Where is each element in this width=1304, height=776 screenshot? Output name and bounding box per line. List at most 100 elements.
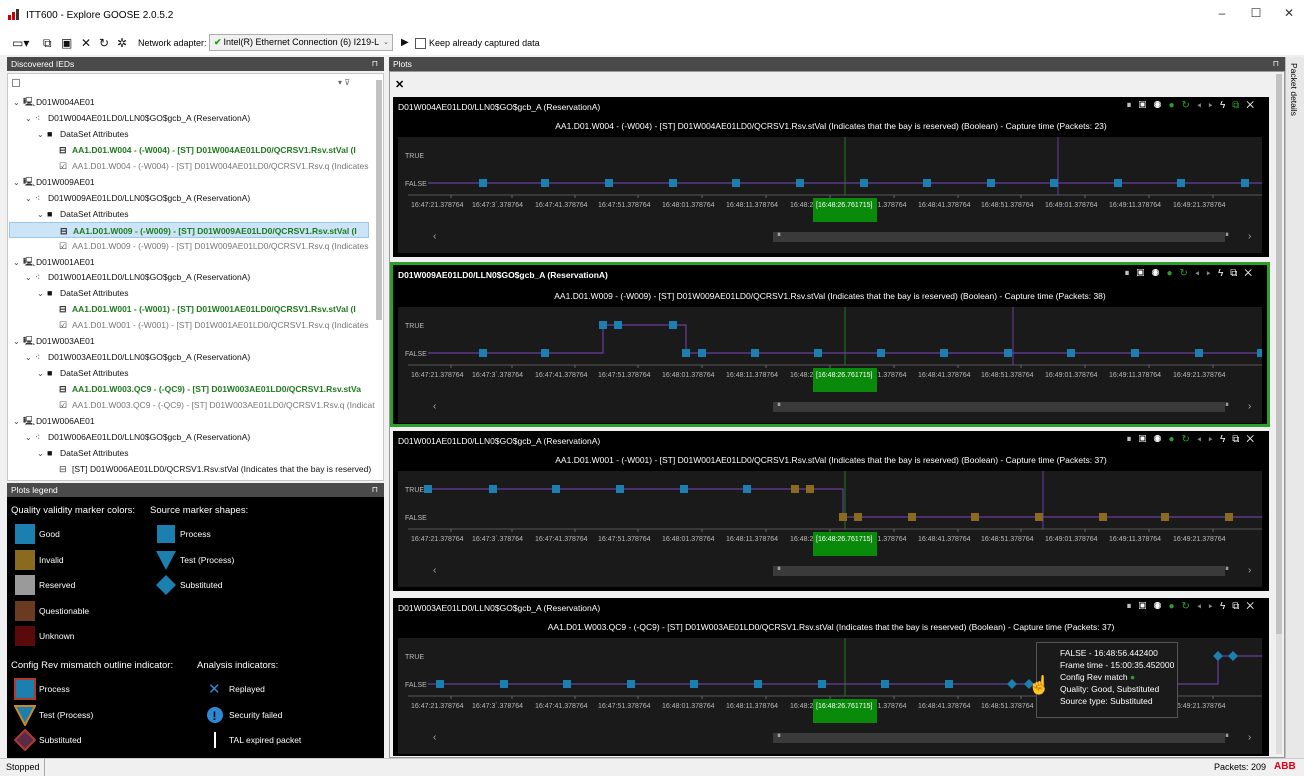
sync-icon[interactable]: ↻ bbox=[1181, 601, 1196, 612]
tree-node[interactable]: ☑ AA1.D01.W001 - (-W001) - [ST] D01W001AE… bbox=[49, 317, 369, 333]
tree-toolbar-icon[interactable] bbox=[12, 79, 20, 87]
data-point[interactable] bbox=[614, 321, 622, 329]
chevron-down-icon[interactable]: ⌄ bbox=[13, 334, 23, 350]
tree-node[interactable]: ☑ AA1.D01.W009 - (-W009) - [ST] D01W009AE… bbox=[49, 238, 369, 254]
scroll-left-icon[interactable]: ‹ bbox=[433, 231, 436, 242]
scroll-right-icon[interactable]: › bbox=[1248, 732, 1251, 743]
sync-icon[interactable]: ↻ bbox=[1181, 100, 1196, 111]
prev-icon[interactable]: ◂ bbox=[1197, 100, 1209, 111]
data-point[interactable] bbox=[1067, 349, 1075, 357]
location-icon[interactable]: ● bbox=[1168, 100, 1181, 111]
tree-node[interactable]: ⌄ ⁖ D01W009AE01LD0/LLN0$GO$gcb_A (Reservat… bbox=[25, 190, 250, 206]
eye-icon[interactable]: ◉ bbox=[1153, 434, 1168, 445]
network-adapter-select[interactable]: ✔ Intel(R) Ethernet Connection (6) I219-L… bbox=[209, 34, 393, 51]
flash-icon[interactable]: ϟ bbox=[1220, 100, 1232, 111]
data-point[interactable] bbox=[1213, 651, 1223, 661]
data-point[interactable] bbox=[791, 485, 799, 493]
data-point[interactable] bbox=[682, 349, 690, 357]
image-icon[interactable]: ▣ bbox=[1138, 434, 1153, 445]
plot-scrollbar[interactable] bbox=[773, 566, 1225, 576]
data-point[interactable] bbox=[1241, 179, 1249, 187]
scroll-left-icon[interactable]: ‹ bbox=[433, 401, 436, 412]
packet-details-tab[interactable]: Packet details bbox=[1285, 57, 1304, 758]
tree-node[interactable]: ⌄ ■ DataSet Attributes bbox=[37, 126, 129, 142]
tree-node[interactable]: ⊟ AA1.D01.W001 - (-W001) - [ST] D01W001AE… bbox=[49, 301, 356, 317]
chevron-down-icon[interactable]: ⌄ bbox=[25, 350, 35, 366]
chevron-down-icon[interactable]: ⌄ bbox=[37, 446, 47, 462]
image-icon[interactable]: ▣ bbox=[1138, 601, 1153, 612]
pin-icon[interactable]: ⊓ bbox=[1273, 57, 1279, 71]
data-point[interactable] bbox=[908, 513, 916, 521]
play-icon[interactable]: ▶ bbox=[401, 35, 409, 51]
data-point[interactable] bbox=[500, 680, 508, 688]
sync-icon[interactable]: ↻ bbox=[1179, 268, 1194, 279]
scroll-grip-left-icon[interactable]: ⏸ bbox=[777, 564, 781, 574]
data-point[interactable] bbox=[1114, 179, 1122, 187]
data-point[interactable] bbox=[1004, 349, 1012, 357]
data-point[interactable] bbox=[1035, 513, 1043, 521]
refresh-icon[interactable]: ↻ bbox=[99, 35, 109, 51]
flash-icon[interactable]: ϟ bbox=[1220, 601, 1232, 612]
close-icon[interactable]: ✕ bbox=[1246, 100, 1261, 111]
data-point[interactable] bbox=[599, 321, 607, 329]
chevron-down-icon[interactable]: ⌄ bbox=[37, 127, 47, 143]
data-point[interactable] bbox=[1195, 349, 1203, 357]
data-point[interactable] bbox=[1131, 349, 1139, 357]
plot-card[interactable]: D01W009AE01LD0/LLN0$GO$gcb_A (Reservatio… bbox=[390, 262, 1270, 427]
data-point[interactable] bbox=[940, 349, 948, 357]
clear-icon[interactable]: ✕ bbox=[81, 35, 91, 51]
prev-icon[interactable]: ◂ bbox=[1197, 601, 1209, 612]
tree-node[interactable]: ⌄ 🖳D01W004AE01 bbox=[13, 94, 95, 110]
image-icon[interactable]: ▣ bbox=[1138, 100, 1153, 111]
keep-data-checkbox[interactable] bbox=[415, 38, 426, 49]
data-point[interactable] bbox=[616, 485, 624, 493]
next-icon[interactable]: ▸ bbox=[1206, 268, 1218, 279]
tree-node[interactable]: ⊟ AA1.D01.W004 - (-W004) - [ST] D01W004AE… bbox=[49, 142, 356, 158]
chevron-down-icon[interactable]: ⌄ bbox=[37, 366, 47, 382]
tree-node[interactable]: ⊟ AA1.D01.W003.QC9 - (-QC9) - [ST] D01W00… bbox=[49, 381, 361, 397]
data-point[interactable] bbox=[860, 179, 868, 187]
flash-icon[interactable]: ϟ bbox=[1220, 434, 1232, 445]
plot-scrollbar[interactable] bbox=[773, 232, 1225, 242]
tree-node[interactable]: ⌄ 🖳D01W009AE01 bbox=[13, 174, 95, 190]
popout-icon[interactable]: ⧉ bbox=[1232, 601, 1246, 612]
data-point[interactable] bbox=[814, 349, 822, 357]
chevron-down-icon[interactable]: ⌄ bbox=[13, 255, 23, 271]
location-icon[interactable]: ● bbox=[1168, 601, 1181, 612]
data-point[interactable] bbox=[877, 349, 885, 357]
prev-icon[interactable]: ◂ bbox=[1197, 434, 1209, 445]
data-point[interactable] bbox=[743, 485, 751, 493]
minimize-button[interactable]: – bbox=[1212, 6, 1232, 24]
data-point[interactable] bbox=[1161, 513, 1169, 521]
data-point[interactable] bbox=[732, 179, 740, 187]
scroll-grip-left-icon[interactable]: ⏸ bbox=[777, 731, 781, 741]
filter-icon[interactable]: ▾ ⊽ bbox=[338, 78, 350, 87]
popout-icon[interactable]: ⧉ bbox=[1232, 434, 1246, 445]
tree-node[interactable]: ⊟ [ST] D01W006AE01LD0/QCRSV1.Rsv.stVal (I… bbox=[49, 461, 371, 477]
data-point[interactable] bbox=[541, 179, 549, 187]
scroll-grip-right-icon[interactable]: ⏸ bbox=[1225, 731, 1229, 741]
data-point[interactable] bbox=[818, 680, 826, 688]
tree-node[interactable]: ☑ AA1.D01.W003.QC9 - (-QC9) - [ST] D01W00… bbox=[49, 397, 375, 413]
chevron-down-icon[interactable]: ⌄ bbox=[13, 414, 23, 430]
prev-icon[interactable]: ◂ bbox=[1195, 268, 1207, 279]
data-point[interactable] bbox=[1228, 651, 1238, 661]
scroll-right-icon[interactable]: › bbox=[1248, 231, 1251, 242]
save-icon[interactable]: ▣ bbox=[61, 35, 72, 51]
location-icon[interactable]: ● bbox=[1166, 268, 1179, 279]
data-point[interactable] bbox=[605, 179, 613, 187]
pause-icon[interactable]: ⏸ bbox=[1126, 100, 1138, 111]
sync-icon[interactable]: ↻ bbox=[1181, 434, 1196, 445]
data-point[interactable] bbox=[1050, 179, 1058, 187]
tree-node[interactable]: ⌄ ■ DataSet Attributes bbox=[37, 206, 129, 222]
data-point[interactable] bbox=[698, 349, 706, 357]
maximize-button[interactable]: ☐ bbox=[1246, 6, 1266, 24]
data-point[interactable] bbox=[627, 680, 635, 688]
chevron-down-icon[interactable]: ⌄ bbox=[13, 175, 23, 191]
data-point[interactable] bbox=[1099, 513, 1107, 521]
tree-node[interactable]: ☑ AA1.D01.W004 - (-W004) - [ST] D01W004AE… bbox=[49, 158, 369, 174]
close-window-button[interactable]: ✕ bbox=[1279, 6, 1299, 24]
next-icon[interactable]: ▸ bbox=[1208, 601, 1220, 612]
pause-icon[interactable]: ⏸ bbox=[1126, 601, 1138, 612]
data-point[interactable] bbox=[479, 179, 487, 187]
